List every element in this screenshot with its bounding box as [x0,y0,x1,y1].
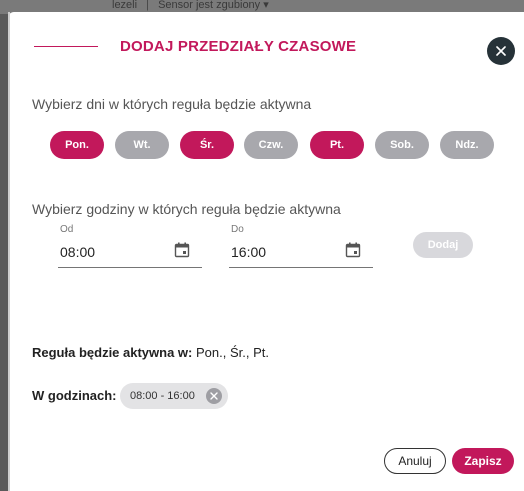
dialog-header: DODAJ PRZEDZIAŁY CZASOWE [8,12,524,82]
add-time-range-button[interactable]: Dodaj [413,232,473,258]
dialog-title: DODAJ PRZEDZIAŁY CZASOWE [120,38,357,55]
summary-days-value: Pon., Śr., Pt. [196,345,269,360]
day-chip-mon[interactable]: Pon. [50,131,104,159]
summary-hours-label: W godzinach: [32,388,117,403]
header-accent-line [34,46,98,47]
cancel-button[interactable]: Anuluj [384,448,446,474]
close-icon [496,46,506,56]
calendar-icon[interactable] [345,242,361,258]
time-to-value: 16:00 [231,244,267,260]
close-icon [210,392,218,400]
time-from-value: 08:00 [60,244,96,260]
day-chip-wed[interactable]: Śr. [180,131,234,159]
day-chip-thu[interactable]: Czw. [244,131,298,159]
summary-days: Reguła będzie aktywna w: Pon., Śr., Pt. [32,345,269,360]
summary-hours: W godzinach: 08:00 - 16:00 [32,383,292,411]
day-chip-fri[interactable]: Pt. [310,131,364,159]
time-from-field[interactable]: Od 08:00 [58,224,202,268]
time-to-label: Do [231,224,244,235]
hours-section-label: Wybierz godziny w których reguła będzie … [32,201,341,217]
time-to-field[interactable]: Do 16:00 [229,224,373,268]
backdrop-text: lezeli | Sensor jest zgubiony ▾ [112,0,269,11]
day-chip-sun[interactable]: Ndz. [440,131,494,159]
day-chip-sat[interactable]: Sob. [375,131,429,159]
backdrop-right-text: Sensor jest zgubiony [158,0,261,11]
time-from-label: Od [60,224,74,235]
close-button[interactable] [487,37,515,65]
backdrop-left-text: lezeli [112,0,138,11]
summary-days-label: Reguła będzie aktywna w: [32,345,193,360]
days-selector: Pon. Wt. Śr. Czw. Pt. Sob. Ndz. [50,131,510,161]
backdrop-separator: | [146,0,149,11]
day-chip-tue[interactable]: Wt. [115,131,169,159]
days-section-label: Wybierz dni w których reguła będzie akty… [32,96,312,112]
hour-range-text: 08:00 - 16:00 [130,390,195,402]
calendar-icon[interactable] [174,242,190,258]
dialog-left-edge [8,12,10,491]
save-button[interactable]: Zapisz [452,448,514,474]
backdrop-chevron-down-icon: ▾ [263,0,269,11]
chip-remove-button[interactable] [206,388,222,404]
time-ranges-dialog: DODAJ PRZEDZIAŁY CZASOWE Wybierz dni w k… [8,12,524,491]
hour-range-chip: 08:00 - 16:00 [120,383,228,409]
